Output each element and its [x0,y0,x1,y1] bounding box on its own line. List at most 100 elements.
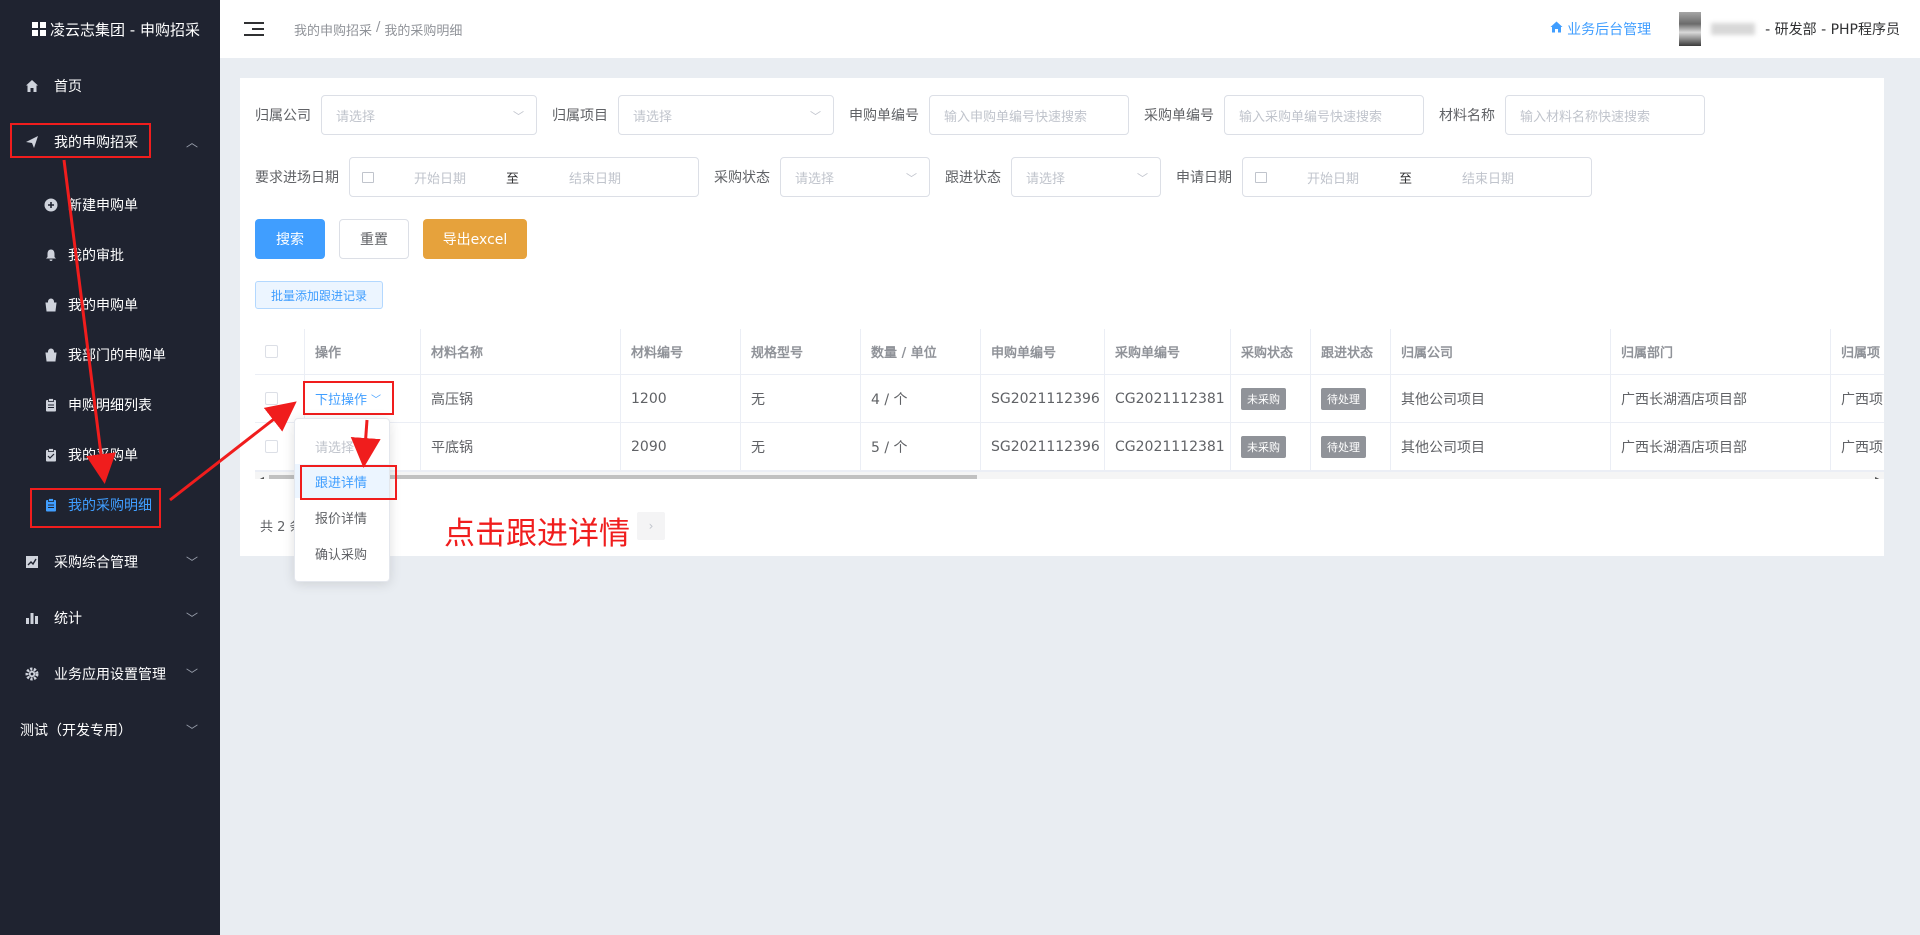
follow-status-select[interactable]: 请选择 ﹀ [1011,157,1161,197]
select-all-checkbox[interactable] [265,345,278,358]
dropdown-action-label: 下拉操作 [315,393,368,408]
company-cell: 其他公司项目 [1391,375,1611,422]
purchase-status-select[interactable]: 请选择 ﹀ [780,157,930,197]
arrival-end: 结束日期 [569,171,622,187]
menu-toggle-icon[interactable] [244,22,264,36]
company-select[interactable]: 请选择 ﹀ [321,95,537,135]
chevron-down-icon: ﹀ [185,667,198,682]
chevron-down-icon: ﹀ [1137,172,1148,185]
backend-admin-link[interactable]: 业务后台管理 [1550,19,1651,39]
nav-stats[interactable]: 统计 ﹀ [0,590,220,646]
clipboard-icon [44,398,58,412]
project-label: 归属项目 [552,108,608,124]
table-row: 下拉操作 ﹀ 高压锅 1200 无 4 / 个 SG2021112396 CG2… [255,375,1884,423]
nav-settings-label: 业务应用设置管理 [54,667,166,683]
subnav-my-approval-label: 我的审批 [68,248,124,264]
send-icon [24,134,40,150]
po-no-placeholder: 输入采购单编号快速搜索 [1239,109,1383,125]
spec-cell: 无 [741,423,861,470]
subnav-my-po-details[interactable]: 我的采购明细 [0,480,220,530]
menu-item-confirm-purchase[interactable]: 确认采购 [295,536,389,570]
subnav-dept-requests[interactable]: 我部门的申购单 [0,330,220,380]
arrival-date-range[interactable]: 开始日期 至 结束日期 [349,157,699,197]
nav-home-label: 首页 [54,79,82,95]
nav-my-purchase[interactable]: 我的申购招采 ︿ [0,114,220,170]
horizontal-scrollbar[interactable]: ◂ ▸ [255,471,1884,479]
user-menu[interactable]: - 研发部 - PHP程序员 [1679,12,1900,46]
purchase-status-placeholder: 请选择 [795,171,835,187]
project-cell: 广西项 [1841,439,1883,456]
dept-cell: 广西长湖酒店项目部 [1611,423,1831,470]
search-button[interactable]: 搜索 [255,219,325,259]
menu-item-follow-detail[interactable]: 跟进详情 [295,464,389,498]
follow-status-placeholder: 请选择 [1026,171,1066,187]
row-select-cell [255,375,305,422]
scroll-left-icon[interactable]: ◂ [259,474,264,479]
breadcrumb-item: 我的采购明细 [384,23,463,39]
company-select-placeholder: 请选择 [336,109,376,125]
apply-date-range[interactable]: 开始日期 至 结束日期 [1242,157,1592,197]
nav-test[interactable]: 测试（开发专用） ﹀ [0,702,220,758]
subnav-request-details[interactable]: 申购明细列表 [0,380,220,430]
material-name-cell: 平底锅 [421,423,621,470]
backend-admin-label: 业务后台管理 [1567,22,1652,38]
sidebar: 凌云志集团 - 申购招采 首页 我的申购招采 ︿ 新建申购单 我的审批 我的申购… [0,0,220,935]
req-no-placeholder: 输入申购单编号快速搜索 [944,109,1088,125]
apply-end: 结束日期 [1462,171,1515,187]
menu-item-quote-detail[interactable]: 报价详情 [295,500,389,534]
batch-follow-button[interactable]: 批量添加跟进记录 [255,281,383,309]
material-input[interactable]: 输入材料名称快速搜索 [1505,95,1705,135]
col-header: 材料名称 [421,329,621,374]
col-header: 材料编号 [621,329,741,374]
chevron-down-icon: ﹀ [185,611,198,626]
blurred-name [1711,23,1756,35]
subnav-my-po-details-label: 我的采购明细 [68,498,152,514]
follow-status-cell: 待处理 [1311,375,1391,422]
scroll-right-icon[interactable]: ▸ [1875,474,1880,479]
main-panel: 归属公司 请选择 ﹀ 归属项目 请选择 ﹀ 申购单编号 输入申购单编号快速搜索 … [240,78,1884,556]
chevron-down-icon: ﹀ [513,110,524,123]
purchase-status-label: 采购状态 [714,170,770,186]
status-badge: 待处理 [1321,435,1366,458]
subnav-my-approval[interactable]: 我的审批 [0,230,220,280]
req-no-input[interactable]: 输入申购单编号快速搜索 [929,95,1129,135]
calendar-icon [362,171,374,183]
subnav-new-request-label: 新建申购单 [68,198,138,214]
subnav-my-po[interactable]: 我的采购单 [0,430,220,480]
purchase-status-cell: 未采购 [1231,423,1311,470]
col-header: 申购单编号 [981,329,1105,374]
subnav-my-requests[interactable]: 我的申购单 [0,280,220,330]
req-no-label: 申购单编号 [849,108,919,124]
gear-icon [24,666,40,682]
bag-icon [44,298,58,312]
project-select[interactable]: 请选择 ﹀ [618,95,834,135]
export-excel-button[interactable]: 导出excel [423,219,527,259]
po-no-input[interactable]: 输入采购单编号快速搜索 [1224,95,1424,135]
purchase-status-cell: 未采购 [1231,375,1311,422]
grid-icon [32,22,46,36]
breadcrumb-item[interactable]: 我的申购招采 [294,20,372,39]
row-checkbox[interactable] [265,392,278,405]
nav-purchase-mgmt[interactable]: 采购综合管理 ﹀ [0,534,220,590]
po-no-label: 采购单编号 [1144,108,1214,124]
subnav-new-request[interactable]: 新建申购单 [0,180,220,230]
follow-status-label: 跟进状态 [945,170,1001,186]
material-name-cell: 高压锅 [421,375,621,422]
subnav-my-po-label: 我的采购单 [68,448,138,464]
arrival-start: 开始日期 [414,171,467,187]
brand-title: 凌云志集团 - 申购招采 [50,20,200,39]
next-page-button[interactable]: › [637,512,665,540]
nav-stats-label: 统计 [54,611,82,627]
chevron-down-icon: ﹀ [185,723,198,738]
spec-cell: 无 [741,375,861,422]
req-no-cell: SG2021112396 [981,375,1105,422]
bell-icon [44,248,58,262]
row-checkbox[interactable] [265,440,278,453]
nav-home[interactable]: 首页 [0,58,220,114]
nav-settings[interactable]: 业务应用设置管理 ﹀ [0,646,220,702]
dropdown-action-button[interactable]: 下拉操作 ﹀ [315,389,381,408]
clipboard-icon [44,498,58,512]
req-no-cell: SG2021112396 [981,423,1105,470]
bag-icon [44,348,58,362]
reset-button[interactable]: 重置 [339,219,409,259]
